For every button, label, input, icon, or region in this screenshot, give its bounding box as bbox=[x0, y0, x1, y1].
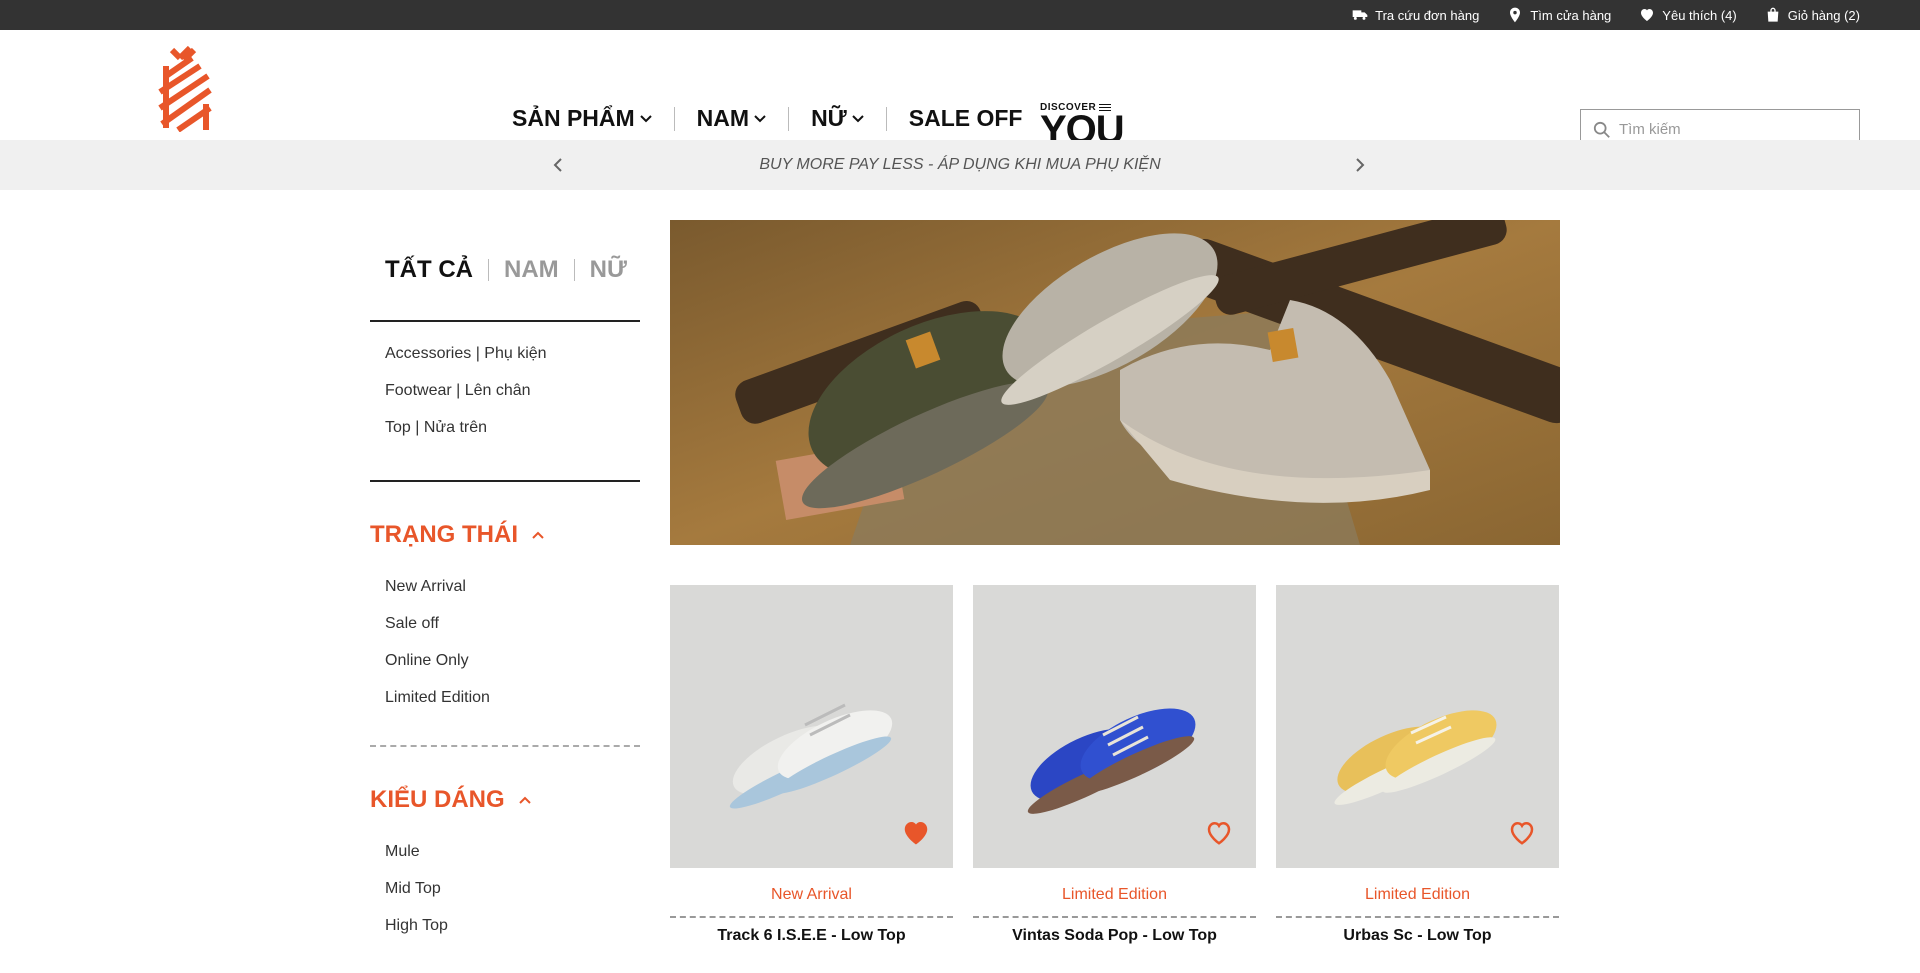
style-filter-list: Mule Mid Top High Top bbox=[370, 822, 640, 973]
search-input[interactable] bbox=[1619, 121, 1839, 138]
search-icon bbox=[1593, 121, 1610, 138]
chevron-down-icon bbox=[852, 114, 864, 122]
product-image[interactable] bbox=[1276, 585, 1559, 868]
divider bbox=[670, 916, 953, 918]
wishlist-label: Yêu thích (4) bbox=[1662, 7, 1737, 23]
site-header: SẢN PHẨM NAM NỮ SALE OFF DISCOVER YOU bbox=[0, 30, 1920, 150]
shopping-bag-icon bbox=[1767, 7, 1779, 22]
category-top[interactable]: Top | Nửa trên bbox=[385, 418, 640, 455]
divider bbox=[973, 916, 1256, 918]
store-locator-link[interactable]: Tìm cửa hàng bbox=[1507, 7, 1611, 23]
tab-women[interactable]: NỮ bbox=[590, 256, 627, 284]
order-lookup-label: Tra cứu đơn hàng bbox=[1375, 7, 1480, 23]
chevron-left-icon[interactable] bbox=[550, 156, 568, 174]
gender-tabs: TẤT CẢ NAM NỮ bbox=[370, 220, 640, 320]
utility-bar: Tra cứu đơn hàng Tìm cửa hàng Yêu thích … bbox=[0, 0, 1920, 30]
filter-sidebar: TẤT CẢ NAM NỮ Accessories | Phụ kiện Foo… bbox=[370, 220, 640, 973]
status-filter-toggle[interactable]: TRẠNG THÁI bbox=[370, 482, 640, 557]
filter-mule[interactable]: Mule bbox=[385, 842, 640, 879]
order-lookup-link[interactable]: Tra cứu đơn hàng bbox=[1352, 7, 1479, 23]
promo-bar: BUY MORE PAY LESS - ÁP DỤNG KHI MUA PHỤ … bbox=[0, 140, 1920, 190]
brand-logo[interactable] bbox=[158, 46, 212, 132]
category-accessories[interactable]: Accessories | Phụ kiện bbox=[385, 344, 640, 381]
style-filter-toggle[interactable]: KIỂU DÁNG bbox=[370, 747, 640, 822]
nav-men[interactable]: NAM bbox=[675, 105, 788, 132]
filter-new-arrival[interactable]: New Arrival bbox=[385, 577, 640, 614]
chevron-right-icon[interactable] bbox=[1350, 156, 1368, 174]
style-filter-title: KIỂU DÁNG bbox=[370, 785, 505, 813]
tab-divider bbox=[573, 259, 575, 281]
wishlist-heart-filled-icon[interactable] bbox=[901, 818, 931, 846]
tab-divider bbox=[487, 259, 489, 281]
nav-products[interactable]: SẢN PHẨM bbox=[512, 105, 674, 132]
nav-products-label: SẢN PHẨM bbox=[512, 105, 635, 131]
product-name[interactable]: Track 6 I.S.E.E - Low Top bbox=[670, 927, 953, 945]
divider bbox=[1276, 916, 1559, 918]
product-badge: Limited Edition bbox=[1062, 886, 1167, 903]
promo-text: BUY MORE PAY LESS - ÁP DỤNG KHI MUA PHỤ … bbox=[759, 156, 1161, 173]
cart-label: Giỏ hàng (2) bbox=[1787, 7, 1860, 23]
category-footwear[interactable]: Footwear | Lên chân bbox=[385, 381, 640, 418]
category-list: Accessories | Phụ kiện Footwear | Lên ch… bbox=[370, 322, 640, 480]
product-name[interactable]: Urbas Sc - Low Top bbox=[1276, 927, 1559, 945]
wishlist-heart-outline-icon[interactable] bbox=[1507, 818, 1537, 846]
truck-icon bbox=[1352, 10, 1368, 20]
product-image[interactable] bbox=[973, 585, 1256, 868]
cart-link[interactable]: Giỏ hàng (2) bbox=[1765, 7, 1860, 23]
nav-sale-off[interactable]: SALE OFF bbox=[887, 105, 1045, 132]
product-name[interactable]: Vintas Soda Pop - Low Top bbox=[973, 927, 1256, 945]
status-filter-title: TRẠNG THÁI bbox=[370, 520, 518, 548]
chevron-down-icon bbox=[754, 114, 766, 122]
nav-women-label: NỮ bbox=[811, 105, 847, 131]
filter-mid-top[interactable]: Mid Top bbox=[385, 879, 640, 916]
product-badge: Limited Edition bbox=[1365, 886, 1470, 903]
nav-sale-off-label: SALE OFF bbox=[908, 105, 1023, 131]
product-grid: New Arrival Track 6 I.S.E.E - Low Top Li… bbox=[670, 585, 1559, 945]
heart-icon bbox=[1641, 9, 1654, 21]
wishlist-heart-outline-icon[interactable] bbox=[1204, 818, 1234, 846]
filter-high-top[interactable]: High Top bbox=[385, 916, 640, 953]
status-filter-list: New Arrival Sale off Online Only Limited… bbox=[370, 557, 640, 745]
product-badge: New Arrival bbox=[771, 886, 852, 903]
chevron-down-icon bbox=[639, 114, 652, 122]
product-card[interactable]: New Arrival Track 6 I.S.E.E - Low Top bbox=[670, 585, 953, 945]
filter-limited-edition[interactable]: Limited Edition bbox=[385, 688, 640, 725]
product-card[interactable]: Limited Edition Urbas Sc - Low Top bbox=[1276, 585, 1559, 945]
main-nav: SẢN PHẨM NAM NỮ SALE OFF bbox=[512, 105, 1045, 132]
nav-men-label: NAM bbox=[696, 105, 750, 131]
map-pin-icon bbox=[1510, 7, 1521, 23]
chevron-up-icon bbox=[518, 796, 531, 804]
store-locator-label: Tìm cửa hàng bbox=[1530, 7, 1612, 23]
nav-women[interactable]: NỮ bbox=[789, 105, 886, 132]
chevron-up-icon bbox=[532, 531, 544, 539]
filter-online-only[interactable]: Online Only bbox=[385, 651, 640, 688]
tab-all[interactable]: TẤT CẢ bbox=[385, 256, 473, 284]
hero-banner-image[interactable] bbox=[670, 220, 1560, 545]
filter-sale-off[interactable]: Sale off bbox=[385, 614, 640, 651]
product-image[interactable] bbox=[670, 585, 953, 868]
product-card[interactable]: Limited Edition Vintas Soda Pop - Low To… bbox=[973, 585, 1256, 945]
tab-men[interactable]: NAM bbox=[504, 256, 559, 284]
wishlist-link[interactable]: Yêu thích (4) bbox=[1639, 7, 1737, 23]
